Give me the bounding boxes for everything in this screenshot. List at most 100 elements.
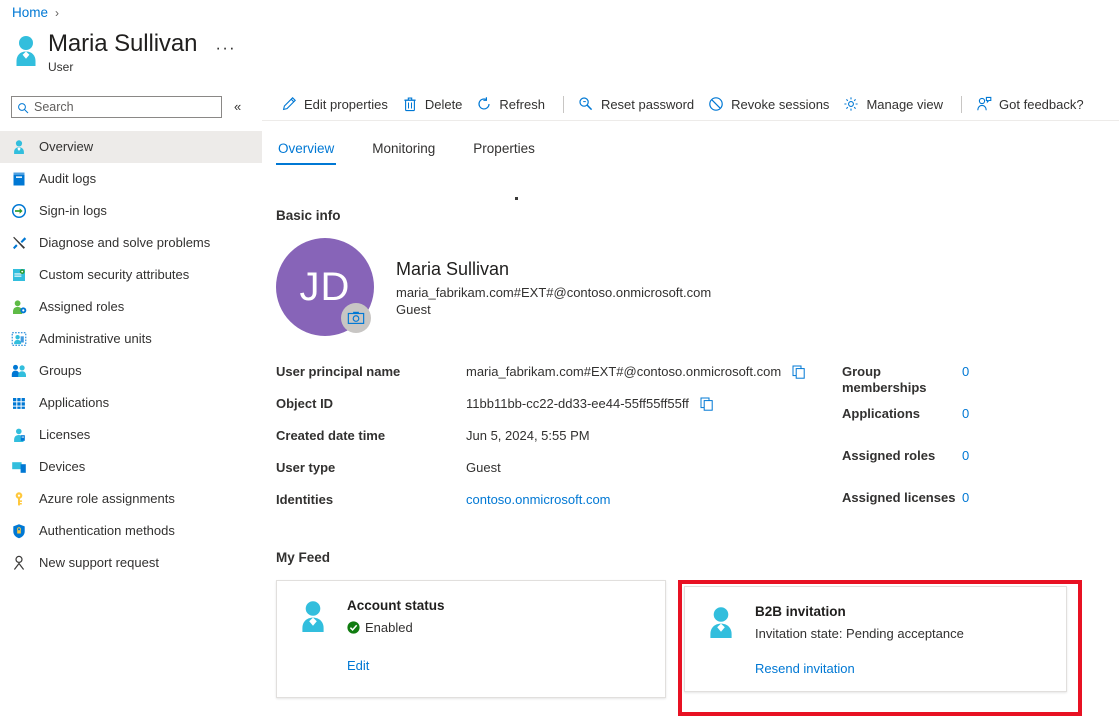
resend-invitation-link[interactable]: Resend invitation (755, 661, 855, 676)
detail-row: Created date time Jun 5, 2024, 5:55 PM (276, 428, 836, 460)
refresh-button[interactable]: Refresh (471, 90, 554, 118)
manage-view-button[interactable]: Manage view (838, 90, 952, 118)
detail-label: User principal name (276, 364, 466, 380)
card-text: B2B invitation Invitation state: Pending… (755, 603, 964, 642)
sidebar-item-label: Azure role assignments (39, 491, 175, 507)
sidebar-item-authentication-methods[interactable]: Authentication methods (0, 515, 262, 547)
search-input[interactable] (34, 100, 204, 114)
reset-password-button[interactable]: Reset password (573, 90, 703, 118)
stat-value[interactable]: 0 (962, 448, 969, 464)
revoke-sessions-button[interactable]: Revoke sessions (703, 90, 838, 118)
detail-value: maria_fabrikam.com#EXT#@contoso.onmicros… (466, 364, 806, 380)
stat-value[interactable]: 0 (962, 490, 969, 506)
stat-value[interactable]: 0 (962, 364, 969, 380)
toolbar-label: Manage view (866, 97, 943, 112)
people-group-icon (11, 363, 27, 379)
feedback-person-icon (976, 96, 992, 112)
identity-upn: maria_fabrikam.com#EXT#@contoso.onmicros… (396, 285, 711, 301)
block-circle-icon (708, 96, 724, 112)
detail-value-text: maria_fabrikam.com#EXT#@contoso.onmicros… (466, 364, 781, 380)
camera-icon[interactable] (341, 303, 371, 333)
refresh-icon (476, 96, 492, 112)
identity-text: Maria Sullivan maria_fabrikam.com#EXT#@c… (396, 258, 711, 318)
sidebar-item-licenses[interactable]: Licenses (0, 419, 262, 451)
identity-user-type: Guest (396, 302, 711, 318)
breadcrumb-home-link[interactable]: Home (12, 5, 48, 20)
sidebar-item-applications[interactable]: Applications (0, 387, 262, 419)
sidebar-item-new-support-request[interactable]: New support request (0, 547, 262, 579)
azure-user-overview-page: Home › Maria Sullivan User ··· (0, 0, 1119, 721)
edit-link[interactable]: Edit (347, 658, 369, 673)
copy-icon[interactable] (792, 365, 806, 379)
account-status-card: Account status Enabled Edit (276, 580, 666, 698)
toolbar-label: Got feedback? (999, 97, 1084, 112)
document-gear-icon (11, 267, 27, 283)
sidebar-nav-list: Overview Audit logs (0, 131, 262, 579)
detail-label: Identities (276, 492, 466, 508)
sidebar-item-groups[interactable]: Groups (0, 355, 262, 387)
identities-link[interactable]: contoso.onmicrosoft.com (466, 492, 611, 508)
tab-properties[interactable]: Properties (471, 141, 537, 165)
collapse-sidebar-icon[interactable]: « (234, 101, 241, 113)
sidebar-item-label: Licenses (39, 427, 90, 443)
page-title: Maria Sullivan (48, 30, 197, 58)
search-icon (17, 101, 29, 113)
sidebar-item-audit-logs[interactable]: Audit logs (0, 163, 262, 195)
detail-row: Identities contoso.onmicrosoft.com (276, 492, 836, 524)
card-status-text: Invitation state: Pending acceptance (755, 625, 964, 642)
sidebar-item-administrative-units[interactable]: Administrative units (0, 323, 262, 355)
got-feedback-button[interactable]: Got feedback? (971, 90, 1093, 118)
edit-properties-button[interactable]: Edit properties (276, 90, 397, 118)
details-area: User principal name maria_fabrikam.com#E… (262, 364, 1119, 532)
sidebar-item-label: Sign-in logs (39, 203, 107, 219)
search-box[interactable] (11, 96, 222, 118)
sidebar-item-azure-role-assignments[interactable]: Azure role assignments (0, 483, 262, 515)
breadcrumb: Home › (12, 5, 59, 20)
stat-label: Assigned licenses (842, 490, 962, 506)
gear-icon (843, 96, 859, 112)
sidebar-item-custom-security-attributes[interactable]: Custom security attributes (0, 259, 262, 291)
delete-button[interactable]: Delete (397, 90, 472, 118)
identity-block: JD Maria Sullivan maria_fabrikam.com#EXT… (262, 238, 1119, 336)
tab-monitoring[interactable]: Monitoring (370, 141, 437, 165)
breadcrumb-separator-icon: › (55, 7, 59, 19)
sidebar-item-label: Audit logs (39, 171, 96, 187)
card-status: Invitation state: Pending acceptance (755, 625, 964, 642)
identity-display-name: Maria Sullivan (396, 258, 711, 280)
support-person-icon (11, 555, 27, 571)
page-subtitle: User (48, 60, 197, 74)
detail-value-text: 11bb11bb-cc22-dd33-ee44-55ff55ff55ff (466, 396, 689, 412)
stat-row: Assigned roles 0 (842, 448, 1092, 490)
sidebar-item-label: Assigned roles (39, 299, 124, 315)
detail-value-text: Guest (466, 460, 501, 476)
sidebar-item-diagnose-and-solve-problems[interactable]: Diagnose and solve problems (0, 227, 262, 259)
stray-dot-artifact (515, 197, 518, 200)
tab-overview[interactable]: Overview (276, 141, 336, 165)
content-tabs: Overview Monitoring Properties (262, 135, 1119, 165)
sidebar-item-overview[interactable]: Overview (0, 131, 262, 163)
sidebar-item-devices[interactable]: Devices (0, 451, 262, 483)
stats-column: Group memberships 0 Applications 0 Assig… (842, 364, 1092, 532)
detail-row: User principal name maria_fabrikam.com#E… (276, 364, 836, 396)
page-title-block: Maria Sullivan User ··· (11, 30, 236, 74)
detail-value: Jun 5, 2024, 5:55 PM (466, 428, 590, 444)
command-toolbar: Edit properties Delete (262, 88, 1119, 121)
b2b-invitation-card: B2B invitation Invitation state: Pending… (684, 586, 1067, 692)
copy-icon[interactable] (700, 397, 714, 411)
stat-value[interactable]: 0 (962, 406, 969, 422)
my-feed-heading: My Feed (262, 550, 1119, 565)
toolbar-label: Revoke sessions (731, 97, 829, 112)
sidebar-item-label: New support request (39, 555, 159, 571)
detail-label: Created date time (276, 428, 466, 444)
toolbar-divider (961, 96, 962, 113)
sidebar-item-label: Applications (39, 395, 109, 411)
stat-label: Applications (842, 406, 962, 422)
card-title: B2B invitation (755, 603, 964, 620)
more-options-button[interactable]: ··· (215, 42, 236, 54)
sidebar-item-assigned-roles[interactable]: Assigned roles (0, 291, 262, 323)
administrative-unit-icon (11, 331, 27, 347)
toolbar-divider (563, 96, 564, 113)
stat-label: Assigned roles (842, 448, 962, 464)
sidebar-item-sign-in-logs[interactable]: Sign-in logs (0, 195, 262, 227)
sidebar-item-label: Custom security attributes (39, 267, 189, 283)
